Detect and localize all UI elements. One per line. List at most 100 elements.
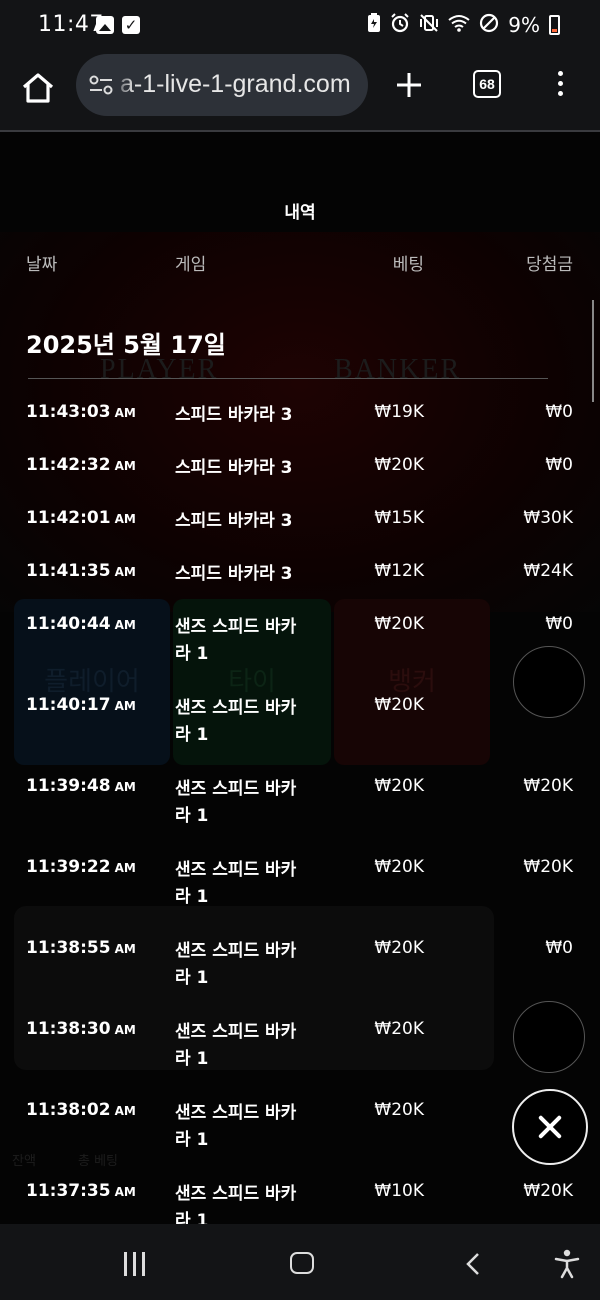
row-game: 샌즈 스피드 바카라 1 — [175, 860, 297, 907]
banker-area-label: BANKER — [334, 354, 462, 385]
recents-icon[interactable] — [122, 1252, 148, 1276]
row-win: ₩0 — [545, 455, 573, 475]
row-time: 11:41:35 AM — [26, 561, 136, 581]
menu-dot-icon — [557, 71, 563, 76]
divider — [28, 378, 548, 379]
row-time: 11:42:01 AM — [26, 508, 136, 528]
row-time-value: 11:41:35 — [26, 561, 111, 581]
row-game: 스피드 바카라 3 — [175, 405, 293, 425]
home-icon[interactable] — [290, 1252, 314, 1274]
row-game: 샌즈 스피드 바카라 1 — [175, 698, 297, 745]
row-time: 11:43:03 AM — [26, 402, 136, 422]
column-header-bet: 베팅 — [392, 255, 424, 275]
check-icon: ✓ — [122, 16, 140, 34]
battery-icon — [549, 15, 560, 35]
row-time-value: 11:38:30 — [26, 1019, 111, 1039]
column-header-date: 날짜 — [26, 255, 58, 275]
history-row: 11:40:44 AM 샌즈 스피드 바카라 1 ₩20K ₩0 — [0, 602, 600, 683]
history-row: 11:39:22 AM 샌즈 스피드 바카라 1 ₩20K ₩20K — [0, 845, 600, 926]
row-time-value: 11:42:32 — [26, 455, 111, 475]
history-row: 11:37:35 AM 샌즈 스피드 바카라 1 ₩10K ₩20K — [0, 1169, 600, 1224]
vibrate-off-icon — [419, 13, 439, 37]
row-game: 샌즈 스피드 바카라 1 — [175, 779, 297, 826]
row-time-value: 11:42:01 — [26, 508, 111, 528]
row-game: 스피드 바카라 3 — [175, 564, 293, 584]
row-time: 11:38:02 AM — [26, 1100, 136, 1120]
history-row: 11:38:02AM샌즈 스피드 바카라 1₩20K₩40K — [0, 1088, 600, 1169]
history-row: 11:38:55 AM 샌즈 스피드 바카라 1 ₩20K ₩0 — [0, 926, 600, 1007]
history-list: 11:43:03 AM 스피드 바카라 3 ₩19K ₩0 11:42:32 AM 스피드 바… — [0, 390, 600, 1224]
back-icon[interactable] — [466, 1252, 480, 1276]
row-ampm: AM — [114, 459, 136, 473]
url-fade — [112, 54, 134, 116]
floating-action-button[interactable] — [513, 646, 585, 718]
row-ampm: AM — [114, 780, 136, 794]
browser-toolbar: a-1-live-1-grand.com 68 — [0, 54, 600, 132]
floating-action-button[interactable] — [513, 1001, 585, 1073]
row-ampm: AM — [114, 512, 136, 526]
close-button[interactable] — [512, 1089, 588, 1165]
wifi-icon — [448, 14, 470, 36]
row-game: 샌즈 스피드 바카라 1 — [175, 1184, 297, 1224]
row-win: ₩20K — [523, 1181, 573, 1201]
url-text[interactable]: a-1-live-1-grand.com — [120, 70, 351, 99]
row-bet: ₩19K — [374, 402, 424, 422]
scrollbar[interactable] — [592, 300, 594, 402]
home-icon — [22, 73, 54, 103]
history-row: 11:41:35 AM 스피드 바카라 3 ₩12K ₩24K — [0, 549, 600, 602]
address-bar[interactable]: a-1-live-1-grand.com — [76, 54, 368, 116]
row-bet: ₩15K — [374, 508, 424, 528]
image-icon — [96, 16, 114, 34]
system-nav-bar — [0, 1224, 600, 1300]
row-win: ₩24K — [523, 561, 573, 581]
row-game: 샌즈 스피드 바카라 1 — [175, 1022, 297, 1069]
row-bet: ₩12K — [374, 561, 424, 581]
history-row: 11:43:03 AM 스피드 바카라 3 ₩19K ₩0 — [0, 390, 600, 443]
row-win: ₩20K — [523, 776, 573, 796]
history-row: 11:42:32 AM 스피드 바카라 3 ₩20K ₩0 — [0, 443, 600, 496]
status-icons: 9% — [367, 10, 560, 40]
row-bet: ₩20K — [374, 695, 424, 715]
row-bet: ₩20K — [374, 614, 424, 634]
alarm-icon — [390, 13, 410, 37]
row-time: 11:39:22 AM — [26, 857, 136, 877]
new-tab-button[interactable] — [393, 66, 425, 104]
date-heading: 2025년 5월 17일 — [26, 331, 226, 359]
row-time-value: 11:39:48 — [26, 776, 111, 796]
row-time: 11:38:30 AM — [26, 1019, 136, 1039]
row-bet: ₩10K — [374, 1181, 424, 1201]
menu-dot-icon — [557, 81, 563, 86]
site-settings-icon[interactable] — [88, 74, 114, 96]
history-row: 11:38:30AM샌즈 스피드 바카라 1₩20K₩40K — [0, 1007, 600, 1088]
row-ampm: AM — [114, 1185, 136, 1199]
row-time-value: 11:40:17 — [26, 695, 111, 715]
tab-switcher-button[interactable]: 68 — [473, 70, 501, 98]
history-panel: PLAYER BANKER 플레이어 타이 뱅커 잔액 총 베팅 내역 날짜 게… — [0, 132, 600, 1224]
row-ampm: AM — [114, 861, 136, 875]
column-header-game: 게임 — [175, 255, 207, 275]
row-game: 스피드 바카라 3 — [175, 511, 293, 531]
column-header-win: 당첨금 — [526, 255, 573, 275]
row-time-value: 11:43:03 — [26, 402, 111, 422]
row-time: 11:39:48 AM — [26, 776, 136, 796]
row-time: 11:38:55 AM — [26, 938, 136, 958]
row-time-value: 11:40:44 — [26, 614, 111, 634]
row-game: 샌즈 스피드 바카라 1 — [175, 1103, 297, 1150]
history-row: 11:39:48 AM 샌즈 스피드 바카라 1 ₩20K ₩20K — [0, 764, 600, 845]
home-button[interactable] — [18, 68, 58, 108]
row-game: 샌즈 스피드 바카라 1 — [175, 941, 297, 988]
row-bet: ₩20K — [374, 1019, 424, 1039]
more-menu-button[interactable] — [552, 68, 568, 102]
panel-title: 내역 — [284, 203, 316, 223]
status-bar: 11:47 ✓ 9% — [0, 0, 600, 54]
row-game: 스피드 바카라 3 — [175, 458, 293, 478]
row-ampm: AM — [114, 565, 136, 579]
row-ampm: AM — [114, 942, 136, 956]
row-ampm: AM — [114, 406, 136, 420]
row-ampm: AM — [114, 1023, 136, 1037]
row-time-value: 11:37:35 — [26, 1181, 111, 1201]
row-game: 샌즈 스피드 바카라 1 — [175, 617, 297, 664]
status-time: 11:47 — [38, 12, 104, 37]
accessibility-icon[interactable] — [554, 1249, 580, 1279]
do-not-disturb-icon — [479, 13, 499, 37]
